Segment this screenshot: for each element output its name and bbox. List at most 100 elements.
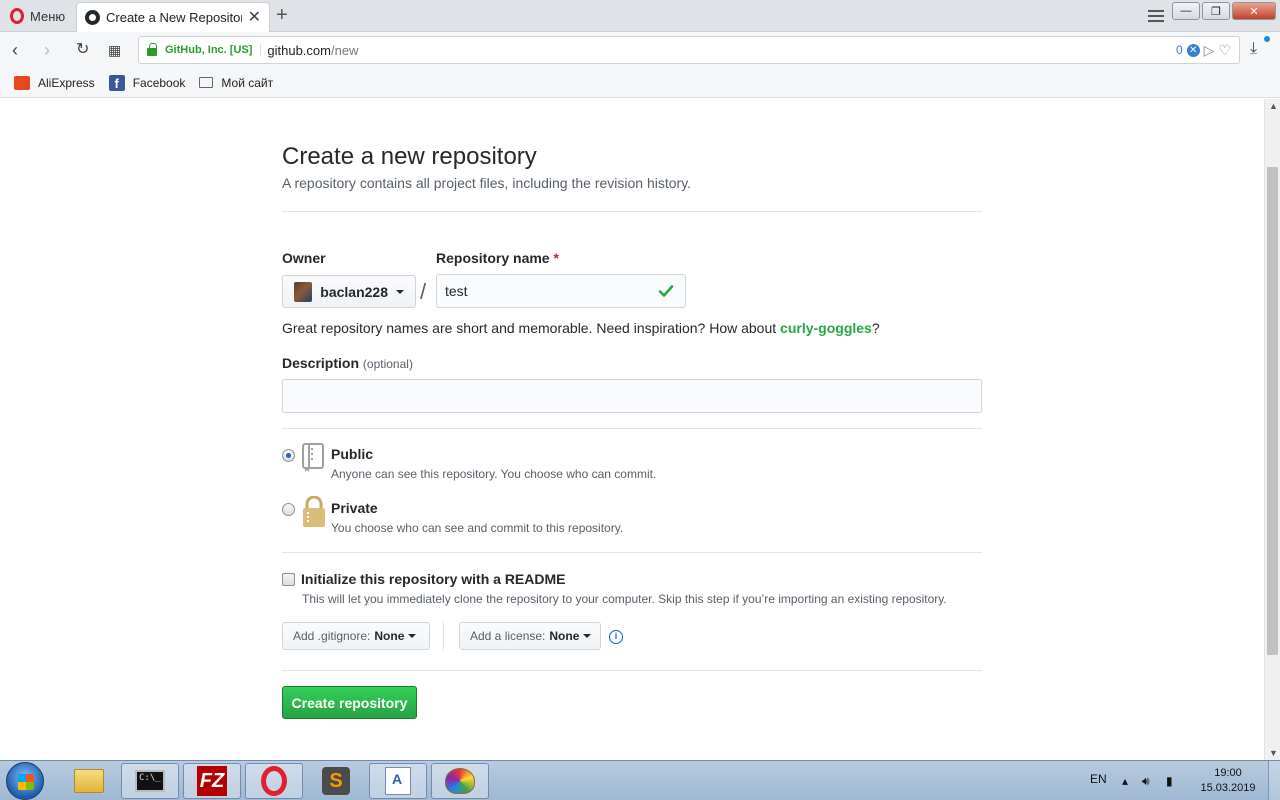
url-field[interactable]: GitHub, Inc. [US] github.com/new 0 ✕ ▷ ♡ <box>138 36 1240 64</box>
page-scrollbar[interactable]: ▲ ▼ <box>1264 99 1280 760</box>
repo-name-input[interactable] <box>436 274 686 308</box>
minimize-button[interactable]: — <box>1172 2 1200 20</box>
url-actions: 0 ✕ ▷ ♡ <box>1176 42 1231 59</box>
adblock-icon[interactable]: ✕ <box>1186 43 1200 57</box>
private-description: You choose who can see and commit to thi… <box>331 521 624 535</box>
start-button[interactable] <box>6 762 44 800</box>
sublime-icon: S <box>322 767 350 795</box>
opera-menu-label: Меню <box>30 8 66 24</box>
public-radio[interactable] <box>282 449 295 462</box>
ev-certificate-label[interactable]: GitHub, Inc. [US] <box>165 44 262 56</box>
url-path: /new <box>330 42 359 58</box>
gitignore-value: None <box>374 629 405 643</box>
license-value: None <box>549 629 580 643</box>
tab-create-repository[interactable]: Create a New Repository ✕ <box>76 2 270 32</box>
gitignore-dropdown[interactable]: Add .gitignore: None <box>282 622 430 650</box>
caret-down-icon <box>396 289 404 294</box>
new-tab-button[interactable]: + <box>276 4 288 26</box>
opera-menu-button[interactable]: Меню <box>4 4 71 28</box>
opera-logo-icon <box>10 8 24 24</box>
info-icon[interactable]: i <box>609 630 623 644</box>
download-indicator-dot <box>1264 36 1270 42</box>
windows-taskbar: C:\_ FZ S EN ▴ 🔊︎ ▮ 19:00 15.03.2019 <box>0 760 1280 800</box>
lock-icon <box>303 496 325 527</box>
dropdown-separator <box>443 621 444 651</box>
tab-title: Create a New Repository <box>106 10 242 25</box>
bookmark-aliexpress[interactable]: AliExpress <box>14 75 95 90</box>
network-icon[interactable]: ▮ <box>1166 774 1173 788</box>
description-input[interactable] <box>282 379 982 413</box>
clock-date: 15.03.2019 <box>1200 782 1256 794</box>
gitignore-prefix: Add .gitignore: <box>293 629 371 643</box>
caret-down-icon <box>583 634 592 638</box>
divider <box>282 211 982 212</box>
public-description: Anyone can see this repository. You choo… <box>331 467 657 481</box>
paint-icon <box>445 768 475 794</box>
taskbar-opera[interactable] <box>245 763 303 799</box>
bookmark-label: Мой сайт <box>221 75 274 90</box>
create-repository-button[interactable]: Create repository <box>282 686 417 719</box>
download-icon[interactable]: ⤓ <box>1250 40 1257 58</box>
page-viewport: Create a new repository A repository con… <box>0 99 1264 760</box>
bookmark-label: AliExpress <box>38 75 95 90</box>
scrollbar-thumb[interactable] <box>1267 167 1278 655</box>
owner-value: baclan228 <box>320 283 388 300</box>
reload-icon[interactable]: ↻ <box>76 40 89 60</box>
repo-book-icon <box>302 443 324 472</box>
tab-menu-icon[interactable] <box>1148 7 1164 23</box>
name-suggestion-link[interactable]: curly-goggles <box>780 320 872 336</box>
adblock-count: 0 <box>1175 43 1183 57</box>
bookmarks-bar: AliExpress f Facebook Мой сайт <box>0 68 1280 98</box>
taskbar-sublime[interactable]: S <box>307 763 365 799</box>
back-icon[interactable]: ‹ <box>12 40 18 60</box>
address-bar-row: ‹ › ↻ ▦ GitHub, Inc. [US] github.com/new… <box>0 32 1280 68</box>
bookmark-facebook[interactable]: f Facebook <box>108 74 186 91</box>
optional-hint: (optional) <box>362 357 413 371</box>
bookmark-my-site[interactable]: Мой сайт <box>199 76 273 90</box>
license-dropdown[interactable]: Add a license: None <box>459 622 601 650</box>
taskbar-paint[interactable] <box>431 763 489 799</box>
show-hidden-icons[interactable]: ▴ <box>1122 774 1128 788</box>
public-title: Public <box>331 446 374 462</box>
forward-icon[interactable]: › <box>44 40 50 60</box>
filezilla-icon: FZ <box>197 766 227 796</box>
system-clock[interactable]: 19:00 15.03.2019 <box>1196 766 1260 796</box>
private-radio[interactable] <box>282 503 295 516</box>
license-prefix: Add a license: <box>470 629 546 643</box>
aliexpress-icon <box>14 75 30 90</box>
owner-repo-separator: / <box>420 279 427 304</box>
taskbar-filezilla[interactable]: FZ <box>183 763 241 799</box>
clock-time: 19:00 <box>1214 767 1242 779</box>
send-icon[interactable]: ▷ <box>1204 42 1215 59</box>
restore-button[interactable]: ❐ <box>1202 2 1230 20</box>
divider <box>282 428 982 429</box>
page-title: Create a new repository <box>282 143 537 170</box>
readme-label[interactable]: Initialize this repository with a README <box>301 571 565 587</box>
bookmark-label: Facebook <box>132 75 186 90</box>
owner-dropdown[interactable]: baclan228 <box>282 275 416 308</box>
scroll-up-arrow-icon[interactable]: ▲ <box>1269 101 1278 111</box>
opera-icon <box>261 766 287 796</box>
heart-icon[interactable]: ♡ <box>1218 42 1231 59</box>
page-subtitle: A repository contains all project files,… <box>282 175 692 191</box>
readme-checkbox[interactable] <box>282 573 295 586</box>
required-mark: * <box>553 250 559 266</box>
taskbar-wordpad[interactable] <box>369 763 427 799</box>
language-indicator[interactable]: EN <box>1090 772 1107 786</box>
volume-icon[interactable]: 🔊︎ <box>1142 774 1150 789</box>
folder-icon <box>199 77 214 88</box>
taskbar-cmd[interactable]: C:\_ <box>121 763 179 799</box>
scroll-down-arrow-icon[interactable]: ▼ <box>1269 748 1278 758</box>
caret-down-icon <box>408 634 417 638</box>
name-hint: Great repository names are short and mem… <box>282 320 880 336</box>
window-controls: — ❐ ✕ <box>1172 2 1276 20</box>
tab-close-icon[interactable]: ✕ <box>248 9 261 26</box>
show-desktop-button[interactable] <box>1268 761 1280 800</box>
github-favicon-icon <box>85 10 100 25</box>
divider <box>282 552 982 553</box>
repo-name-label: Repository name * <box>436 250 559 266</box>
check-icon <box>658 285 674 297</box>
taskbar-explorer[interactable] <box>60 763 118 799</box>
speed-dial-icon[interactable]: ▦ <box>108 40 121 60</box>
close-window-button[interactable]: ✕ <box>1232 2 1276 20</box>
